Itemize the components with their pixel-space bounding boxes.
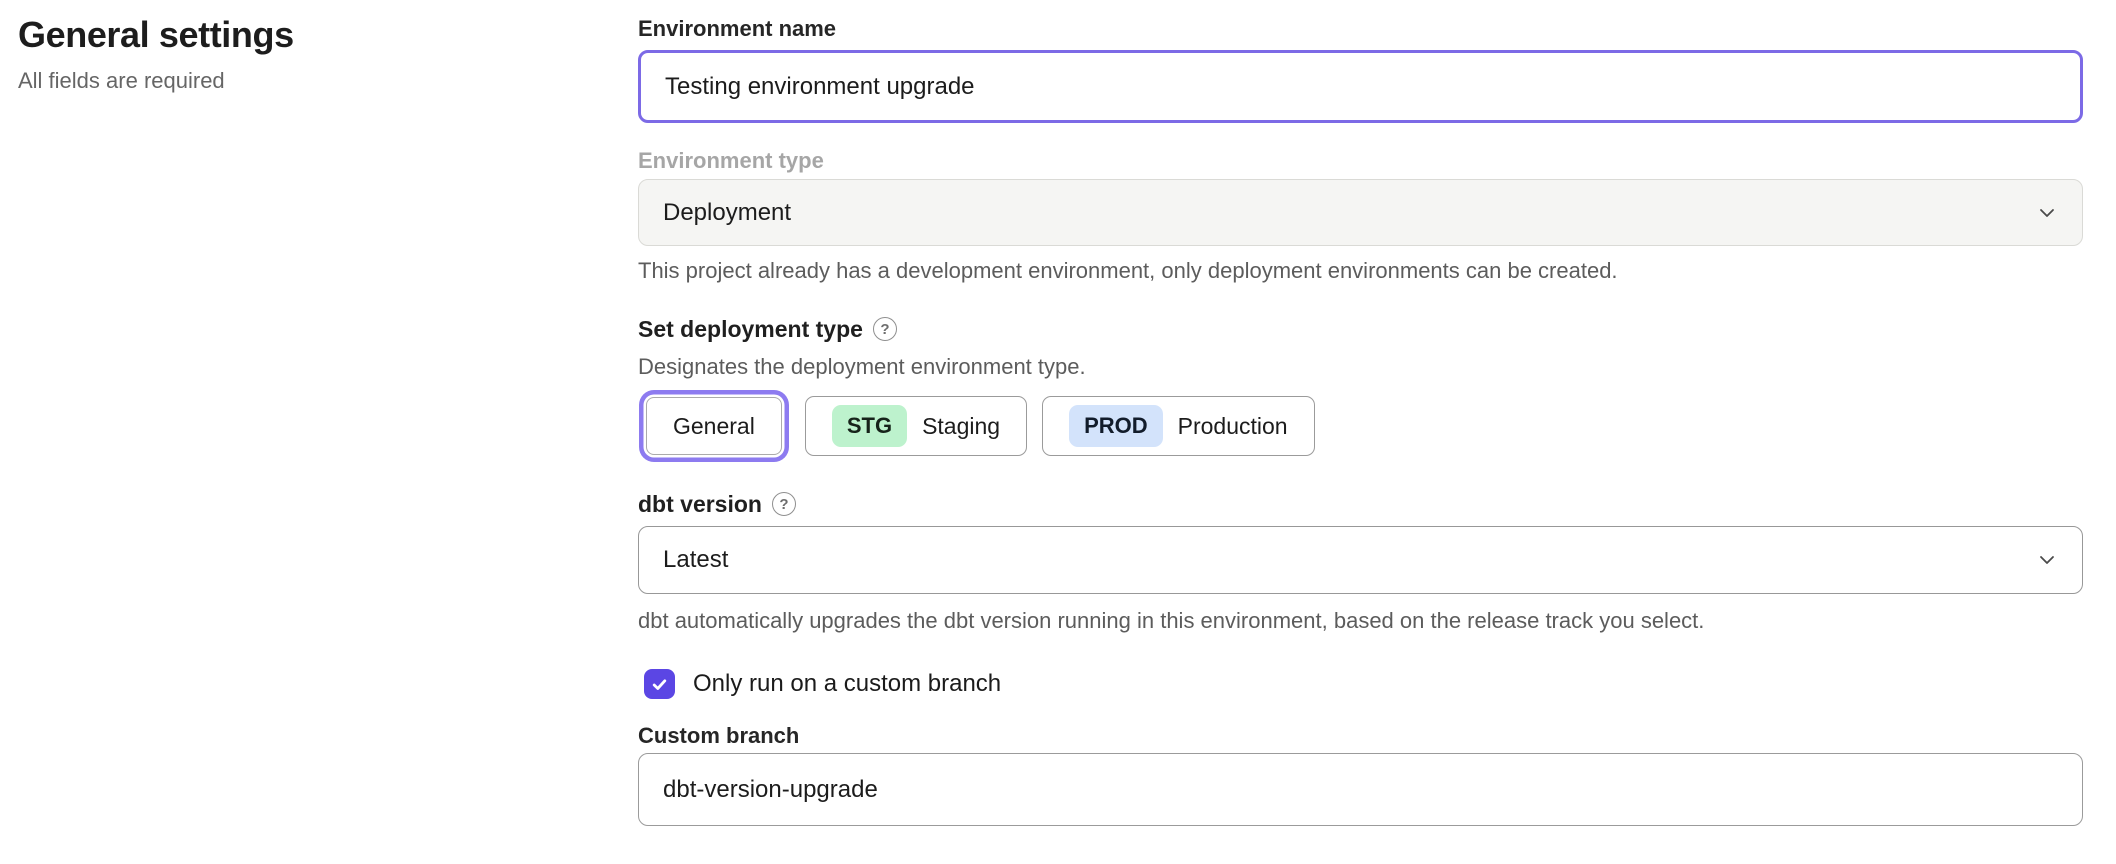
custom-branch-label: Custom branch [638,722,2083,750]
dbt-version-label: dbt version [638,490,762,518]
dbt-version-select[interactable]: Latest [638,526,2083,594]
dbt-version-value: Latest [663,546,728,574]
check-icon [650,675,669,694]
environment-type-select[interactable]: Deployment [638,179,2083,246]
deployment-type-production-button[interactable]: PROD Production [1042,396,1315,456]
general-button-label: General [673,413,755,440]
deployment-type-label: Set deployment type [638,315,863,343]
staging-badge: STG [832,405,907,447]
deployment-type-description: Designates the deployment environment ty… [638,353,2083,381]
staging-button-label: Staging [922,413,1000,440]
environment-name-label: Environment name [638,15,2083,43]
environment-type-help: This project already has a development e… [638,257,2083,285]
chevron-down-icon [2036,202,2058,224]
page-title: General settings [18,12,578,58]
general-settings-form: Environment name Environment type Deploy… [638,0,2083,826]
environment-name-input[interactable] [638,50,2083,123]
production-badge: PROD [1069,405,1163,447]
custom-branch-checkbox-label[interactable]: Only run on a custom branch [693,670,1001,698]
deployment-type-general-button[interactable]: General [646,397,782,455]
environment-type-label: Environment type [638,147,2083,175]
custom-branch-input[interactable] [638,753,2083,826]
page-subtitle: All fields are required [18,67,578,95]
production-button-label: Production [1178,413,1288,440]
help-tooltip-icon[interactable]: ? [873,317,897,341]
deployment-type-staging-button[interactable]: STG Staging [805,396,1027,456]
environment-type-value: Deployment [663,199,791,227]
dbt-version-help: dbt automatically upgrades the dbt versi… [638,607,2083,635]
settings-header: General settings All fields are required [18,12,578,95]
deployment-type-options: General STG Staging PROD Production [640,396,2083,456]
custom-branch-checkbox[interactable] [644,669,675,699]
chevron-down-icon [2036,549,2058,571]
help-tooltip-icon[interactable]: ? [772,492,796,516]
